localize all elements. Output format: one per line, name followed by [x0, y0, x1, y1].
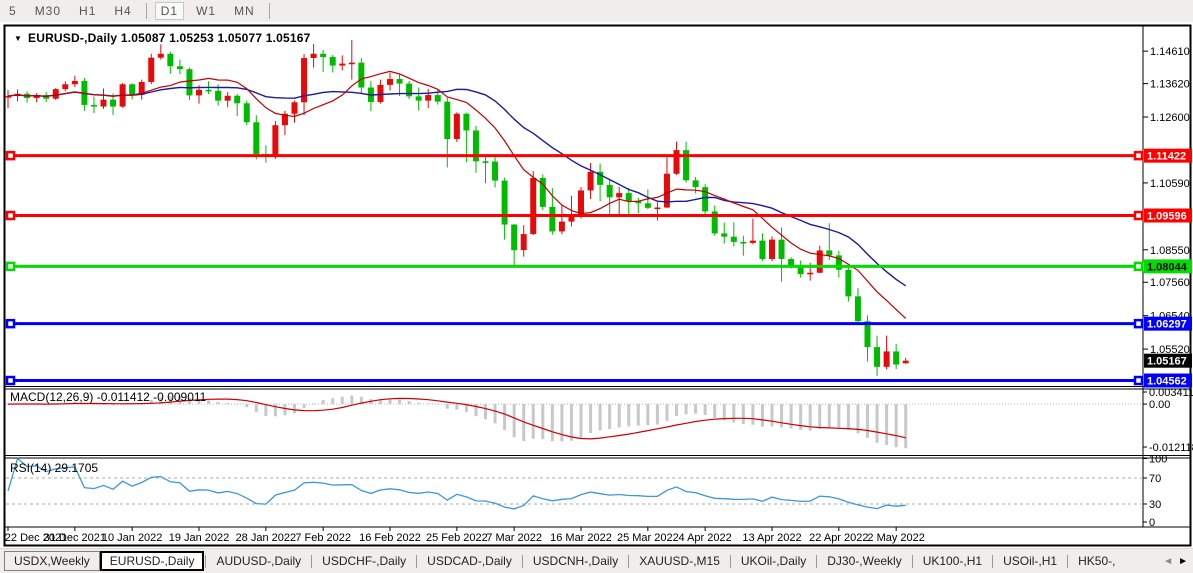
- tab-divider: [1067, 555, 1068, 568]
- ma-fast-line: [8, 71, 906, 318]
- tab-scroll-left-icon[interactable]: ◄: [1163, 556, 1173, 567]
- tab-divider: [816, 555, 817, 568]
- tab-dj30-weekly[interactable]: DJ30-,Weekly: [818, 551, 910, 571]
- price-axis: 1.14610 1.13620 1.12600 1.10590 1.08550 1.075…: [1143, 46, 1190, 356]
- tab-divider: [311, 555, 312, 568]
- svg-text:EURUSD-,Daily 1.05087 1.05253: EURUSD-,Daily 1.05087 1.05253 1.05077 1.…: [28, 31, 311, 45]
- svg-text:1.12600: 1.12600: [1150, 112, 1190, 124]
- svg-text:16 Mar 2022: 16 Mar 2022: [550, 532, 612, 544]
- tab-usdcad-daily[interactable]: USDCAD-,Daily: [418, 551, 521, 571]
- tab-usoil-h1[interactable]: USOil-,H1: [994, 551, 1066, 571]
- svg-text:1.10590: 1.10590: [1150, 178, 1190, 190]
- tab-scroll-buttons: ◄►: [1163, 556, 1193, 567]
- horizontal-line[interactable]: 1.09596: [6, 209, 1192, 223]
- line-handle[interactable]: [7, 152, 14, 159]
- chart-title: ▼ EURUSD-,Daily 1.05087 1.05253 1.05077 1…: [14, 31, 311, 45]
- timeframe-button-h4[interactable]: H4: [108, 2, 137, 20]
- svg-text:4 Apr 2022: 4 Apr 2022: [679, 532, 732, 544]
- svg-text:1.09596: 1.09596: [1147, 211, 1187, 223]
- svg-text:1.08044: 1.08044: [1147, 261, 1188, 273]
- svg-text:25 Mar 2022: 25 Mar 2022: [617, 532, 679, 544]
- svg-text:70: 70: [1149, 473, 1161, 485]
- tab-usdcnh-daily[interactable]: USDCNH-,Daily: [524, 551, 627, 571]
- svg-text:1.11422: 1.11422: [1147, 151, 1186, 163]
- timeframe-button-h1[interactable]: H1: [73, 2, 102, 20]
- svg-text:1.08550: 1.08550: [1150, 245, 1190, 257]
- tab-divider: [730, 555, 731, 568]
- timeframe-button-5[interactable]: 5: [3, 2, 23, 20]
- svg-text:1.05167: 1.05167: [1147, 356, 1187, 368]
- rsi-label: RSI(14) 29.1705: [10, 461, 98, 475]
- tab-uk100-h1[interactable]: UK100-,H1: [914, 551, 991, 571]
- rsi-line: [8, 459, 906, 509]
- tab-usdx-weekly[interactable]: USDX,Weekly: [4, 551, 100, 571]
- rsi-pane: RSI(14) 29.1705 100 70 30 0: [6, 454, 1167, 530]
- timeframe-button-m30[interactable]: M30: [29, 2, 67, 20]
- ma-fast: [8, 71, 906, 318]
- tab-divider: [205, 555, 206, 568]
- svg-text:0.003411: 0.003411: [1149, 387, 1193, 399]
- line-handle[interactable]: [1135, 152, 1142, 159]
- chart-window-frame: [5, 25, 1191, 546]
- timeframe-button-mn[interactable]: MN: [228, 2, 261, 20]
- line-handle[interactable]: [1135, 263, 1142, 270]
- timeframe-button-w1[interactable]: W1: [190, 2, 222, 20]
- symbol-dropdown-icon: ▼: [14, 34, 22, 43]
- svg-text:16 Feb 2022: 16 Feb 2022: [359, 532, 421, 544]
- line-handle[interactable]: [7, 212, 14, 219]
- symbol-tabbar: USDX,WeeklyEURUSD-,DailyAUDUSD-,DailyUSD…: [0, 548, 1193, 573]
- tab-divider: [628, 555, 629, 568]
- svg-text:31 Dec 2021: 31 Dec 2021: [44, 532, 106, 544]
- tab-ukoil-daily[interactable]: UKOil-,Daily: [732, 551, 815, 571]
- tab-scroll-right-icon[interactable]: ►: [1178, 556, 1188, 567]
- tab-divider: [522, 555, 523, 568]
- svg-text:19 Jan 2022: 19 Jan 2022: [169, 532, 230, 544]
- tab-divider: [992, 555, 993, 568]
- svg-text:7 Mar 2022: 7 Mar 2022: [486, 532, 542, 544]
- svg-text:1.14610: 1.14610: [1150, 46, 1190, 58]
- horizontal-line[interactable]: 1.04562: [6, 374, 1192, 388]
- tab-audusd-daily[interactable]: AUDUSD-,Daily: [207, 551, 310, 571]
- svg-text:2 May 2022: 2 May 2022: [867, 532, 924, 544]
- svg-text:-0.012118: -0.012118: [1149, 442, 1193, 454]
- horizontal-line[interactable]: 1.06297: [6, 317, 1192, 331]
- svg-text:28 Jan 2022: 28 Jan 2022: [236, 532, 297, 544]
- tab-usdchf-daily[interactable]: USDCHF-,Daily: [313, 551, 415, 571]
- price-chart[interactable]: 1.14610 1.13620 1.12600 1.10590 1.08550 1.075…: [0, 0, 1193, 572]
- horizontal-line[interactable]: 1.11422: [6, 149, 1192, 163]
- horizontal-line[interactable]: 1.08044: [6, 259, 1192, 273]
- svg-text:25 Feb 2022: 25 Feb 2022: [426, 532, 488, 544]
- current-price-label: 1.05167: [1144, 354, 1192, 368]
- toolbar-separator: [269, 3, 270, 19]
- svg-text:22 Apr 2022: 22 Apr 2022: [809, 532, 868, 544]
- tab-hk50[interactable]: HK50-,: [1069, 551, 1124, 571]
- line-handle[interactable]: [1135, 320, 1142, 327]
- timeframe-button-d1[interactable]: D1: [155, 2, 184, 20]
- line-handle[interactable]: [7, 263, 14, 270]
- tab-eurusd-daily[interactable]: EURUSD-,Daily: [100, 551, 205, 571]
- svg-text:7 Feb 2022: 7 Feb 2022: [295, 532, 351, 544]
- line-handle[interactable]: [1135, 377, 1142, 384]
- svg-text:30: 30: [1149, 499, 1161, 511]
- svg-text:100: 100: [1149, 454, 1167, 466]
- svg-text:0: 0: [1149, 517, 1155, 529]
- svg-text:1.13620: 1.13620: [1150, 79, 1190, 91]
- line-handle[interactable]: [1135, 212, 1142, 219]
- macd-pane: MACD(12,26,9) -0.011412 -0.009011 0.00341…: [6, 387, 1193, 454]
- toolbar-separator: [146, 3, 147, 19]
- tab-divider: [912, 555, 913, 568]
- macd-label: MACD(12,26,9) -0.011412 -0.009011: [10, 390, 207, 404]
- timeframe-toolbar: 5 M30 H1 H4 D1 W1 MN: [0, 0, 1193, 22]
- svg-text:1.06297: 1.06297: [1147, 319, 1187, 331]
- line-handle[interactable]: [7, 320, 14, 327]
- svg-text:1.04562: 1.04562: [1147, 376, 1187, 388]
- svg-text:1.07560: 1.07560: [1150, 277, 1190, 289]
- tab-xauusd-m15[interactable]: XAUUSD-,M15: [630, 551, 729, 571]
- line-handle[interactable]: [7, 377, 14, 384]
- svg-text:13 Apr 2022: 13 Apr 2022: [742, 532, 801, 544]
- tab-divider: [416, 555, 417, 568]
- svg-text:10 Jan 2022: 10 Jan 2022: [102, 532, 163, 544]
- date-axis: 22 Dec 202131 Dec 202110 Jan 202219 Jan …: [5, 527, 925, 544]
- svg-text:0.00: 0.00: [1149, 399, 1170, 411]
